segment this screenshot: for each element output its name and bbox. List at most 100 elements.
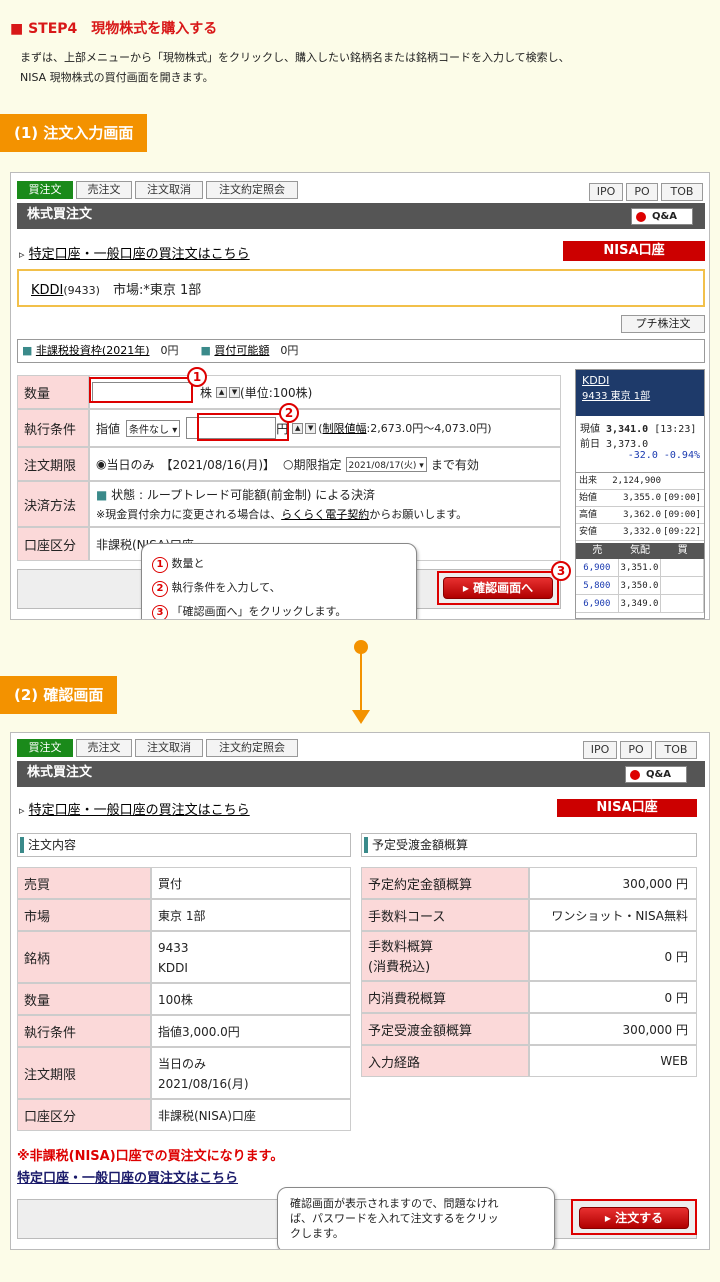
special-account-link[interactable]: ▹ 特定口座・一般口座の買注文はこちら [19, 243, 250, 262]
tab-order-inquiry[interactable]: 注文約定照会 [206, 739, 298, 757]
order-input-screen: 買注文 売注文 注文取消 注文約定照会 IPO PO TOB 株式買注文 Q&A… [10, 172, 710, 620]
board-head-sell: 売 [592, 545, 603, 556]
quote-change-pct: -0.94% [663, 450, 700, 461]
step-desc-line2: NISA 現物株式の買付画面を開きます。 [20, 71, 214, 84]
limit-range-link[interactable]: 制限値幅 [323, 422, 367, 435]
qa-button[interactable]: Q&A [631, 208, 693, 225]
quote-change: -32.0 [627, 450, 658, 461]
table-label: 数量 [17, 983, 151, 1015]
table-value: 買付 [151, 867, 351, 899]
table-label: 手数料概算 (消費税込) [361, 931, 529, 981]
buying-power-value: 0円 [280, 344, 299, 357]
quote-panel: KDDI 9433 東京 1部 現値 3,341.0 [13:23] 前日 3,… [575, 369, 705, 619]
tab-po[interactable]: PO [626, 183, 658, 201]
radio-specify-icon[interactable]: ○ [283, 457, 293, 471]
e-contract-link[interactable]: らくらく電子契約 [281, 508, 369, 521]
puchi-stock-button[interactable]: プチ株注文 [621, 315, 705, 333]
table-label: 口座区分 [17, 1099, 151, 1131]
settle-text: 状態 : ループトレード可能額(前金制) による決済 [111, 488, 375, 502]
exec-label: 執行条件 [17, 409, 89, 447]
to-confirm-button[interactable]: ▸ 確認画面へ [443, 577, 553, 599]
marker-1: 1 [187, 367, 207, 387]
quote-stat-row: 高値 3,362.0 [09:00] [576, 507, 704, 524]
callout-num-3: 3 [152, 605, 168, 619]
confirm-screen: 買注文 売注文 注文取消 注文約定照会 IPO PO TOB 株式買注文 Q&A… [10, 732, 710, 1250]
qty-up-icon[interactable]: ▲ [216, 386, 228, 398]
callout-step-1: 数量と [171, 557, 205, 570]
qty-note: (単位:100株) [240, 385, 313, 400]
callout-step-3: 「確認画面へ」をクリックします。 [171, 605, 347, 618]
quote-stat-time: [09:00] [663, 493, 701, 503]
special-account-link-text[interactable]: 特定口座・一般口座の買注文はこちら [29, 247, 250, 262]
tab-sell-order[interactable]: 売注文 [76, 739, 132, 757]
place-order-button[interactable]: ▸ 注文する [579, 1207, 689, 1229]
table-value: WEB [529, 1045, 697, 1077]
table-label: 入力経路 [361, 1045, 529, 1077]
exec-condition-value: 条件なし [129, 424, 170, 436]
quote-stock-sub[interactable]: 9433 東京 1部 [582, 387, 698, 402]
tab-ipo[interactable]: IPO [589, 183, 623, 201]
qa-button[interactable]: Q&A [625, 766, 687, 783]
tab-ipo[interactable]: IPO [583, 741, 617, 759]
limit-range-value: :2,673.0円〜4,073.0円) [366, 422, 492, 435]
table-label: 内消費税概算 [361, 981, 529, 1013]
exec-condition-select[interactable]: 条件なし ▾ [126, 419, 181, 437]
board-row: 6,900 3,351.0 [576, 559, 704, 577]
callout-num-2: 2 [152, 581, 168, 597]
marker-2: 2 [279, 403, 299, 423]
tax-free-limit-link[interactable]: 非課税投資枠(2021年) [36, 344, 150, 357]
radio-today-icon[interactable]: ◉ [96, 457, 106, 471]
tab-sell-order[interactable]: 売注文 [76, 181, 132, 199]
period-specify: 期限指定 [293, 457, 342, 472]
exec-row: 指値 条件なし ▾ 円 ▲ ▼ (制限値幅:2,673.0円〜4,073.0円) [89, 409, 561, 447]
period-date: 【2021/08/16(月)】 [160, 457, 276, 472]
quote-header: KDDI 9433 東京 1部 [576, 370, 704, 416]
tab-tob[interactable]: TOB [661, 183, 703, 201]
step-description: まずは、上部メニューから「現物株式」をクリックし、購入したい銘柄名または銘柄コー… [20, 48, 660, 88]
quote-prev-label: 前日 [580, 439, 600, 450]
tab-tob[interactable]: TOB [655, 741, 697, 759]
board-row: 6,900 3,349.0 [576, 595, 704, 613]
tab-order-inquiry[interactable]: 注文約定照会 [206, 181, 298, 199]
table-value: 非課税(NISA)口座 [151, 1099, 351, 1131]
board-sell-qty: 5,800 [576, 577, 619, 594]
tab-cancel-order[interactable]: 注文取消 [135, 739, 203, 757]
price-up-icon[interactable]: ▲ [292, 422, 304, 434]
board-head-price: 気配 [630, 545, 650, 556]
table-label: 売買 [17, 867, 151, 899]
tab-buy-order[interactable]: 買注文 [17, 181, 73, 199]
stock-name-link[interactable]: KDDI [31, 283, 63, 298]
quote-prev-price: 3,373.0 [606, 439, 649, 450]
marker-3: 3 [551, 561, 571, 581]
board-row: 5,800 3,350.0 [576, 577, 704, 595]
board-buy-qty [661, 595, 704, 612]
quote-ohlc: 出来 2,124,900 始値 3,355.0 [09:00] 高値 3,362.0 [09:… [576, 472, 704, 541]
quote-stat-label: 安値 [579, 527, 598, 537]
quote-stock-name[interactable]: KDDI [582, 374, 698, 387]
special-account-link[interactable]: ▹ 特定口座・一般口座の買注文はこちら [19, 799, 250, 818]
quote-now-price: 3,341.0 [606, 424, 649, 435]
table-value: 300,000 円 [529, 1013, 697, 1045]
price-down-icon[interactable]: ▼ [305, 422, 317, 434]
table-label: 市場 [17, 899, 151, 931]
table-label: 予定受渡金額概算 [361, 1013, 529, 1045]
tab-po[interactable]: PO [620, 741, 652, 759]
table-value: 0 円 [529, 981, 697, 1013]
board-price: 3,351.0 [619, 559, 662, 576]
special-account-bottom-link[interactable]: 特定口座・一般口座の買注文はこちら [17, 1167, 238, 1186]
connector-line [360, 652, 362, 712]
qty-down-icon[interactable]: ▼ [229, 386, 241, 398]
special-account-link-text[interactable]: 特定口座・一般口座の買注文はこちら [29, 803, 250, 818]
tab-cancel-order[interactable]: 注文取消 [135, 181, 203, 199]
step-title: ■ STEP4 現物株式を購入する [10, 21, 218, 37]
callout-num-1: 1 [152, 557, 168, 573]
stock-market: 市場:*東京 1部 [112, 283, 202, 298]
tab-buy-order[interactable]: 買注文 [17, 739, 73, 757]
page-header: 株式買注文 [17, 203, 705, 229]
period-row: ◉ 当日のみ 【2021/08/16(月)】 ○ 期限指定 2021/08/17(火… [89, 447, 561, 481]
period-date-select[interactable]: 2021/08/17(火) ▾ [345, 456, 427, 472]
acct-label: 口座区分 [17, 527, 89, 561]
buying-power-link[interactable]: 買付可能額 [214, 344, 269, 357]
quote-stat-time: [09:22] [663, 527, 701, 537]
section2-label: (2) 確認画面 [0, 676, 118, 714]
